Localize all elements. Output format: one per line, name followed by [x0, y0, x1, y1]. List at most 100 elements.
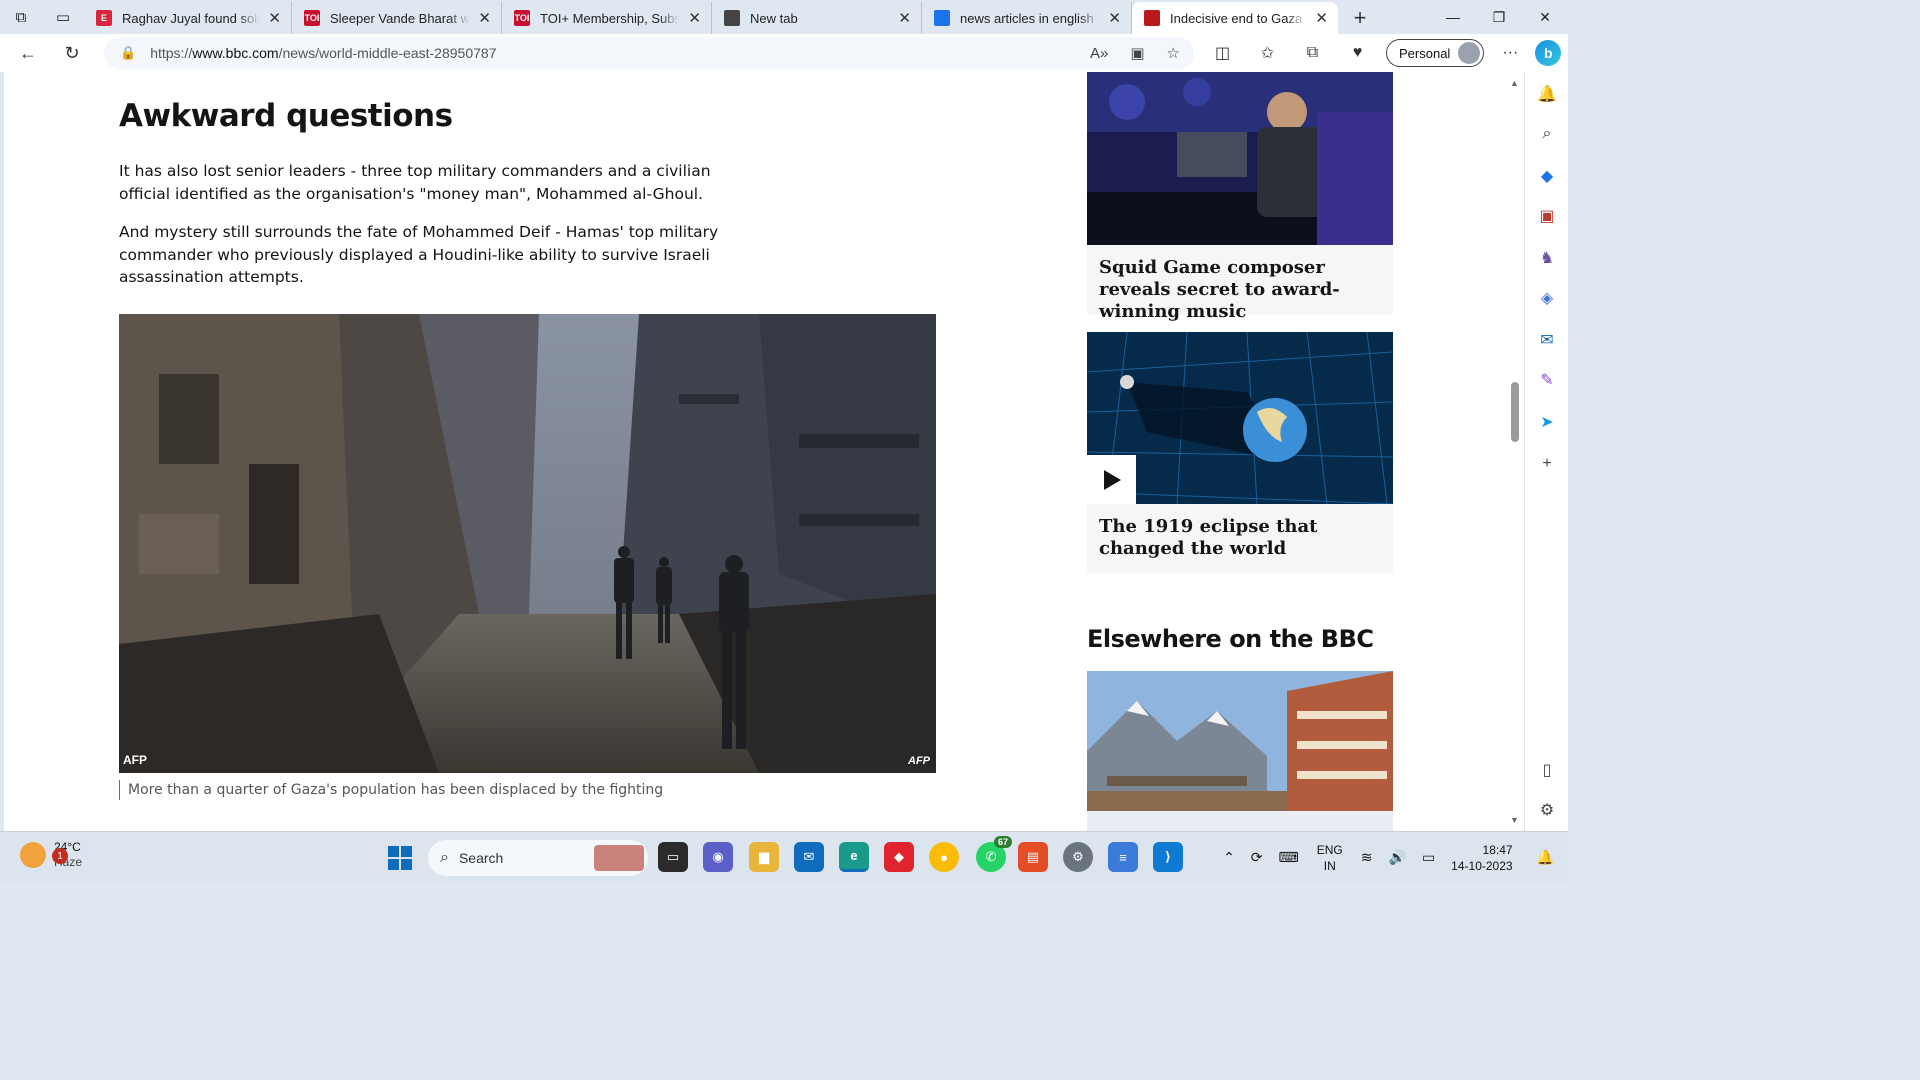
close-tab-icon[interactable]: ✕	[268, 9, 281, 27]
hide-sidebar-icon[interactable]: ▯	[1537, 760, 1557, 780]
browser-tab[interactable]: E Raghav Juyal found solace ✕	[84, 2, 292, 34]
address-bar[interactable]: 🔒 https://www.bbc.com/news/world-middle-…	[104, 37, 1194, 69]
collections-icon[interactable]: ⧉	[1290, 44, 1335, 62]
microsoft365-icon[interactable]: ◈	[1537, 288, 1557, 308]
shopping-icon[interactable]: ◆	[1537, 166, 1557, 186]
lock-icon[interactable]: 🔒	[120, 45, 136, 61]
close-tab-icon[interactable]: ✕	[688, 9, 701, 27]
weather-widget[interactable]: 1 24°C Haze	[20, 840, 82, 870]
page-scrollbar[interactable]: ▲ ▼	[1506, 72, 1524, 831]
sidebar-settings-icon[interactable]: ⚙	[1537, 800, 1557, 820]
games-icon[interactable]: ♞	[1537, 248, 1557, 268]
designer-icon[interactable]: ✎	[1537, 370, 1557, 390]
anydesk-icon[interactable]: ◆	[884, 842, 914, 872]
close-window-icon[interactable]: ✕	[1522, 0, 1568, 34]
tab-favicon-icon: TOI	[304, 10, 320, 26]
notepad-icon[interactable]: ≡	[1108, 842, 1138, 872]
tab-bar: ⧉ ▭ E Raghav Juyal found solace ✕ TOI Sleepe…	[0, 0, 1568, 34]
outlook-icon[interactable]: ✉	[1537, 330, 1557, 350]
close-tab-icon[interactable]: ✕	[1108, 9, 1121, 27]
browser-tab[interactable]: Indecisive end to Gaza con ✕	[1132, 2, 1338, 34]
language-indicator[interactable]: ENG IN	[1317, 842, 1343, 874]
settings-gear-icon[interactable]: ⚙	[1063, 842, 1093, 872]
elsewhere-heading: Elsewhere on the BBC	[1087, 625, 1374, 653]
favorite-star-icon[interactable]: ☆	[1167, 44, 1180, 62]
task-view-icon[interactable]: ▭	[658, 842, 688, 872]
settings-more-icon[interactable]: ···	[1490, 44, 1530, 62]
profile-button[interactable]: Personal	[1386, 39, 1485, 67]
image-credit: AFP	[123, 753, 147, 767]
keyboard-icon[interactable]: ⌨	[1279, 849, 1299, 866]
tab-favicon-icon: E	[96, 10, 112, 26]
start-button[interactable]	[388, 846, 412, 870]
elsewhere-card[interactable]	[1087, 671, 1393, 831]
browser-tab[interactable]: New tab ✕	[712, 2, 922, 34]
notifications-icon[interactable]: 🔔	[1537, 84, 1557, 104]
add-sidebar-app-icon[interactable]: +	[1537, 454, 1557, 474]
tab-favicon-icon	[724, 10, 740, 26]
favorites-icon[interactable]: ✩	[1245, 43, 1290, 63]
section-heading: Awkward questions	[119, 98, 453, 134]
immersive-reader-icon[interactable]: ▣	[1130, 44, 1144, 62]
image-watermark: AFP	[908, 755, 930, 767]
window-controls: — ❐ ✕	[1430, 0, 1568, 34]
weather-icon	[20, 842, 46, 868]
office-app-icon[interactable]: ▤	[1018, 842, 1048, 872]
browser-essentials-icon[interactable]: ♥	[1335, 44, 1380, 62]
card-title[interactable]: Squid Game composer reveals secret to aw…	[1087, 245, 1393, 323]
scrollbar-thumb[interactable]	[1511, 382, 1519, 442]
back-icon[interactable]: ←	[6, 34, 50, 72]
taskbar-search[interactable]: ⌕ Search	[428, 840, 648, 876]
volume-icon[interactable]: 🔊	[1389, 849, 1406, 866]
play-icon[interactable]	[1087, 455, 1136, 504]
mountain-town-photo	[1087, 671, 1393, 831]
tab-title: Raghav Juyal found solace	[122, 10, 260, 26]
browser-tab[interactable]: news articles in english - S ✕	[922, 2, 1132, 34]
image-caption: More than a quarter of Gaza's population…	[119, 780, 663, 800]
clock[interactable]: 18:47 14-10-2023	[1451, 842, 1512, 874]
notification-center-icon[interactable]: 🔔	[1537, 849, 1554, 866]
search-icon[interactable]: ⌕	[1537, 124, 1557, 144]
tab-strip: E Raghav Juyal found solace ✕ TOI Sleeper Va…	[84, 2, 1338, 34]
clock-time: 18:47	[1482, 842, 1513, 857]
teams-chat-icon[interactable]: ◉	[703, 842, 733, 872]
send-icon[interactable]: ➤	[1537, 412, 1557, 432]
show-hidden-icons-icon[interactable]: ⌃	[1223, 849, 1235, 866]
restore-icon[interactable]: ❐	[1476, 0, 1522, 34]
related-card[interactable]: Squid Game composer reveals secret to aw…	[1087, 72, 1393, 322]
search-highlight-icon	[594, 845, 644, 871]
scroll-up-icon[interactable]: ▲	[1510, 78, 1519, 88]
mail-icon[interactable]: ✉	[794, 842, 824, 872]
copilot-icon[interactable]: b	[1530, 40, 1566, 66]
whatsapp-icon[interactable]: ✆ 67	[976, 836, 1012, 872]
minimize-icon[interactable]: —	[1430, 0, 1476, 34]
close-tab-icon[interactable]: ✕	[478, 9, 491, 27]
sync-icon[interactable]: ⟳	[1251, 849, 1263, 866]
vscode-icon[interactable]: ⟩	[1153, 842, 1183, 872]
close-tab-icon[interactable]: ✕	[1315, 9, 1328, 27]
battery-icon[interactable]: ▭	[1422, 849, 1435, 866]
workspaces-icon[interactable]: ⧉	[0, 0, 42, 34]
tab-actions-icon[interactable]: ▭	[42, 0, 84, 34]
refresh-icon[interactable]: ↻	[50, 34, 94, 72]
scroll-down-icon[interactable]: ▼	[1510, 815, 1519, 825]
tab-title: Indecisive end to Gaza con	[1170, 10, 1307, 26]
read-aloud-icon[interactable]: A»	[1090, 45, 1108, 62]
card-title[interactable]: The 1919 eclipse that changed the world	[1087, 504, 1393, 560]
close-tab-icon[interactable]: ✕	[898, 9, 911, 27]
file-explorer-icon[interactable]: ▆	[749, 842, 779, 872]
split-screen-icon[interactable]: ◫	[1200, 43, 1245, 63]
avatar	[1458, 42, 1481, 64]
browser-tab[interactable]: TOI Sleeper Vande Bharat will c ✕	[292, 2, 502, 34]
tab-title: New tab	[750, 10, 798, 26]
chrome-icon[interactable]: ●	[929, 842, 959, 872]
ruined-street-photo	[119, 314, 936, 773]
tools-icon[interactable]: ▣	[1537, 206, 1557, 226]
new-tab-button[interactable]: +	[1342, 2, 1378, 34]
wifi-icon[interactable]: ≋	[1361, 849, 1373, 866]
url-prefix: https://	[150, 45, 193, 61]
edge-browser-icon[interactable]: e	[839, 842, 869, 872]
language-line1: ENG	[1316, 842, 1343, 857]
browser-tab[interactable]: TOI TOI+ Membership, Subscri ✕	[502, 2, 712, 34]
related-card[interactable]: The 1919 eclipse that changed the world	[1087, 332, 1393, 573]
